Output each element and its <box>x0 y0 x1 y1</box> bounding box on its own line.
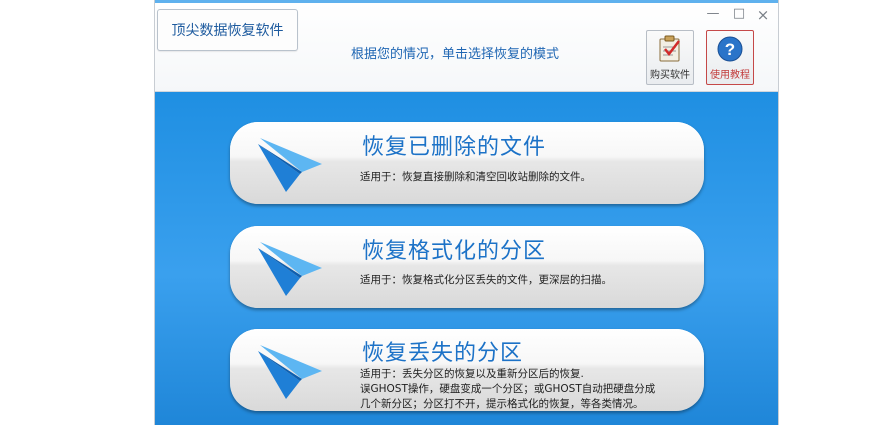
tutorial-label: 使用教程 <box>710 70 750 81</box>
svg-text:?: ? <box>725 40 735 59</box>
tutorial-button[interactable]: ? 使用教程 <box>706 30 754 85</box>
recover-deleted-files-option[interactable]: 恢复已删除的文件 适用于：恢复直接删除和清空回收站删除的文件。 <box>230 122 704 204</box>
paper-plane-icon <box>258 138 322 192</box>
option-description-line-1: 适用于：丢失分区的恢复以及重新分区后的恢复. <box>360 368 584 380</box>
header-bar: 顶尖数据恢复软件 根据您的情况，单击选择恢复的模式 — □ × 购买软件 ? 使… <box>155 3 778 92</box>
buy-software-button[interactable]: 购买软件 <box>646 30 694 85</box>
close-button[interactable]: × <box>754 6 772 24</box>
option-description-line-2: 误GHOST操作，硬盘变成一个分区；或GHOST自动把硬盘分成 <box>360 383 656 395</box>
option-description: 适用于：恢复格式化分区丢失的文件，更深层的扫描。 <box>360 274 612 286</box>
app-title: 顶尖数据恢复软件 <box>157 9 298 51</box>
minimize-button[interactable]: — <box>704 6 722 21</box>
option-description: 适用于：恢复直接删除和清空回收站删除的文件。 <box>360 171 591 183</box>
option-title: 恢复已删除的文件 <box>362 135 547 160</box>
option-description-line-3: 几个新分区；分区打不开，提示格式化的恢复，等各类情况。 <box>360 398 644 410</box>
paper-plane-icon <box>258 345 322 399</box>
instruction-text: 根据您的情况，单击选择恢复的模式 <box>351 47 560 62</box>
buy-software-label: 购买软件 <box>650 70 690 81</box>
recover-formatted-partition-option[interactable]: 恢复格式化的分区 适用于：恢复格式化分区丢失的文件，更深层的扫描。 <box>230 226 704 308</box>
clipboard-checklist-icon <box>659 35 680 62</box>
help-question-icon: ? <box>717 36 743 62</box>
recover-lost-partition-option[interactable]: 恢复丢失的分区 适用于：丢失分区的恢复以及重新分区后的恢复. 误GHOST操作，… <box>230 329 704 411</box>
paper-plane-icon <box>258 242 322 296</box>
mode-selection-panel: 恢复已删除的文件 适用于：恢复直接删除和清空回收站删除的文件。 恢复格式化的分区… <box>155 92 778 425</box>
option-title: 恢复丢失的分区 <box>362 341 524 366</box>
maximize-button[interactable]: □ <box>730 6 748 21</box>
option-title: 恢复格式化的分区 <box>362 239 547 264</box>
app-window: 顶尖数据恢复软件 根据您的情况，单击选择恢复的模式 — □ × 购买软件 ? 使… <box>154 0 779 425</box>
